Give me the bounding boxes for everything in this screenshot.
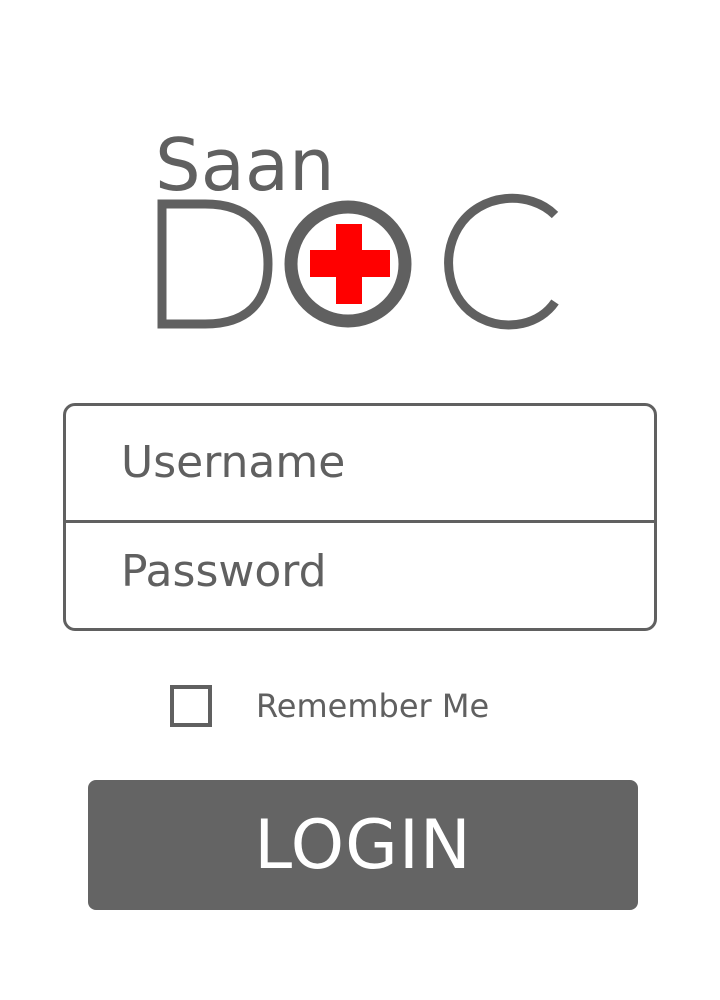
remember-me-label: Remember Me bbox=[256, 687, 490, 725]
credentials-box: Username Password bbox=[63, 403, 657, 631]
app-logo: Saan bbox=[150, 120, 570, 340]
remember-me-checkbox[interactable] bbox=[170, 685, 212, 727]
password-field[interactable]: Password bbox=[66, 522, 654, 628]
logo-letter-c bbox=[444, 193, 559, 330]
logo-top-word: Saan bbox=[155, 123, 335, 207]
logo-letter-d bbox=[157, 199, 273, 329]
medical-cross-icon bbox=[310, 224, 390, 304]
remember-me-row: Remember Me bbox=[170, 682, 489, 730]
login-button[interactable]: LOGIN bbox=[88, 780, 638, 910]
username-field[interactable]: Username bbox=[66, 406, 654, 519]
